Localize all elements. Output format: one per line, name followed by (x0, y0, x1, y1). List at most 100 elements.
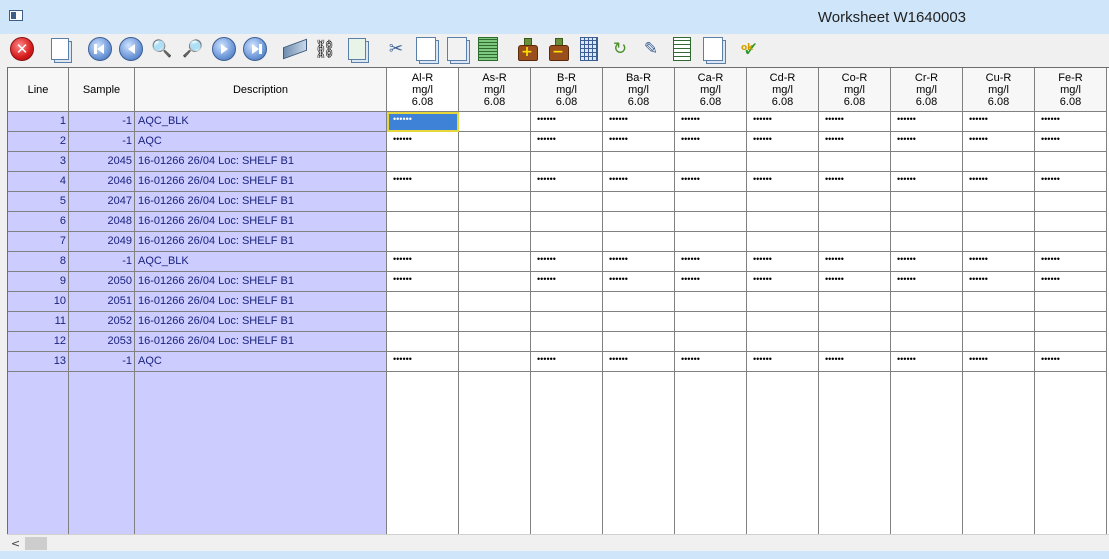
result-cell[interactable] (459, 292, 531, 312)
sample-cell[interactable]: 2049 (69, 232, 135, 252)
result-cell[interactable] (531, 152, 603, 172)
sample-cell[interactable]: 2051 (69, 292, 135, 312)
result-cell[interactable]: •••••• (675, 252, 747, 272)
result-cell[interactable] (963, 192, 1035, 212)
result-cell[interactable] (531, 232, 603, 252)
result-cell[interactable]: •••••• (963, 252, 1035, 272)
result-cell[interactable] (747, 232, 819, 252)
result-cell[interactable] (459, 152, 531, 172)
scroll-thumb[interactable] (25, 537, 47, 550)
line-cell[interactable]: 3 (8, 152, 69, 172)
description-cell[interactable]: 16-01266 26/04 Loc: SHELF B1 (135, 172, 387, 192)
table-row[interactable]: 4 2046 16-01266 26/04 Loc: SHELF B1 •••••• •… (8, 172, 1109, 192)
table-row[interactable]: 10 2051 16-01266 26/04 Loc: SHELF B1 (8, 292, 1109, 312)
result-cell[interactable]: •••••• (819, 132, 891, 152)
previous-record-icon[interactable] (119, 37, 143, 61)
result-cell[interactable]: •••••• (531, 172, 603, 192)
table-row[interactable]: 5 2047 16-01266 26/04 Loc: SHELF B1 (8, 192, 1109, 212)
result-cell[interactable] (675, 332, 747, 352)
result-cell[interactable] (747, 152, 819, 172)
sample-cell[interactable]: 2053 (69, 332, 135, 352)
result-cell[interactable]: •••••• (963, 172, 1035, 192)
result-cell[interactable]: •••••• (387, 352, 459, 372)
line-cell[interactable]: 11 (8, 312, 69, 332)
result-cell[interactable] (819, 212, 891, 232)
result-cell[interactable] (891, 232, 963, 252)
result-cell[interactable] (1035, 332, 1107, 352)
result-cell[interactable] (675, 232, 747, 252)
sample-cell[interactable]: 2048 (69, 212, 135, 232)
result-cell[interactable]: •••••• (963, 272, 1035, 292)
result-cell[interactable]: •••••• (819, 352, 891, 372)
result-cell[interactable] (459, 232, 531, 252)
paste-icon[interactable] (445, 37, 469, 61)
result-cell[interactable] (819, 192, 891, 212)
ruler-icon[interactable] (283, 37, 307, 61)
result-cell[interactable] (963, 212, 1035, 232)
result-cell[interactable]: •••••• (531, 132, 603, 152)
header-analyte[interactable]: Co-R mg/l 6.08 (819, 68, 891, 112)
result-cell[interactable]: •••••• (819, 172, 891, 192)
line-cell[interactable]: 1 (8, 112, 69, 132)
result-cell[interactable] (459, 252, 531, 272)
table-row[interactable]: 6 2048 16-01266 26/04 Loc: SHELF B1 (8, 212, 1109, 232)
ok-check-icon[interactable]: ok ✓ (739, 37, 763, 61)
line-cell[interactable]: 2 (8, 132, 69, 152)
description-cell[interactable]: 16-01266 26/04 Loc: SHELF B1 (135, 232, 387, 252)
sample-cell[interactable]: 2045 (69, 152, 135, 172)
line-cell[interactable]: 13 (8, 352, 69, 372)
result-cell[interactable]: •••••• (891, 272, 963, 292)
result-cell[interactable] (1035, 192, 1107, 212)
table-row[interactable]: 12 2053 16-01266 26/04 Loc: SHELF B1 (8, 332, 1109, 352)
calculator-icon[interactable] (577, 37, 601, 61)
result-cell[interactable]: •••••• (819, 112, 891, 132)
result-cell[interactable]: •••••• (747, 352, 819, 372)
result-cell[interactable] (603, 232, 675, 252)
result-cell[interactable] (603, 152, 675, 172)
result-cell[interactable] (819, 292, 891, 312)
result-cell[interactable]: •••••• (1035, 252, 1107, 272)
result-cell[interactable] (459, 212, 531, 232)
result-cell[interactable] (675, 192, 747, 212)
result-cell[interactable] (603, 192, 675, 212)
result-cell[interactable]: •••••• (675, 352, 747, 372)
result-cell[interactable]: •••••• (891, 112, 963, 132)
result-cell[interactable]: •••••• (963, 352, 1035, 372)
description-cell[interactable]: AQC_BLK (135, 112, 387, 132)
header-analyte[interactable]: B-R mg/l 6.08 (531, 68, 603, 112)
result-cell[interactable] (603, 332, 675, 352)
sample-cell[interactable]: 2046 (69, 172, 135, 192)
header-analyte[interactable]: Cr-R mg/l 6.08 (891, 68, 963, 112)
result-cell[interactable] (819, 152, 891, 172)
result-cell[interactable]: •••••• (963, 112, 1035, 132)
list-icon[interactable] (476, 37, 500, 61)
result-cell[interactable]: •••••• (387, 252, 459, 272)
result-cell[interactable] (531, 312, 603, 332)
description-cell[interactable]: 16-01266 26/04 Loc: SHELF B1 (135, 152, 387, 172)
line-cell[interactable]: 8 (8, 252, 69, 272)
result-cell[interactable] (603, 312, 675, 332)
result-cell[interactable]: •••••• (675, 172, 747, 192)
line-cell[interactable]: 9 (8, 272, 69, 292)
description-cell[interactable]: AQC (135, 132, 387, 152)
binoculars-icon[interactable]: ⛓ (313, 37, 337, 61)
line-cell[interactable]: 12 (8, 332, 69, 352)
result-cell[interactable]: •••••• (603, 252, 675, 272)
line-cell[interactable]: 10 (8, 292, 69, 312)
result-cell[interactable] (459, 192, 531, 212)
result-cell[interactable] (459, 132, 531, 152)
description-cell[interactable]: 16-01266 26/04 Loc: SHELF B1 (135, 292, 387, 312)
sample-cell[interactable]: -1 (69, 132, 135, 152)
scroll-left-icon[interactable]: < (7, 535, 24, 552)
result-cell[interactable]: •••••• (675, 132, 747, 152)
header-sample[interactable]: Sample (69, 68, 135, 112)
document-icon[interactable] (701, 37, 725, 61)
result-cell[interactable] (387, 232, 459, 252)
result-cell[interactable] (891, 212, 963, 232)
result-cell[interactable] (747, 312, 819, 332)
table-row[interactable]: 11 2052 16-01266 26/04 Loc: SHELF B1 (8, 312, 1109, 332)
result-cell[interactable] (819, 232, 891, 252)
result-cell[interactable] (603, 292, 675, 312)
result-cell[interactable] (387, 332, 459, 352)
result-cell[interactable] (459, 352, 531, 372)
